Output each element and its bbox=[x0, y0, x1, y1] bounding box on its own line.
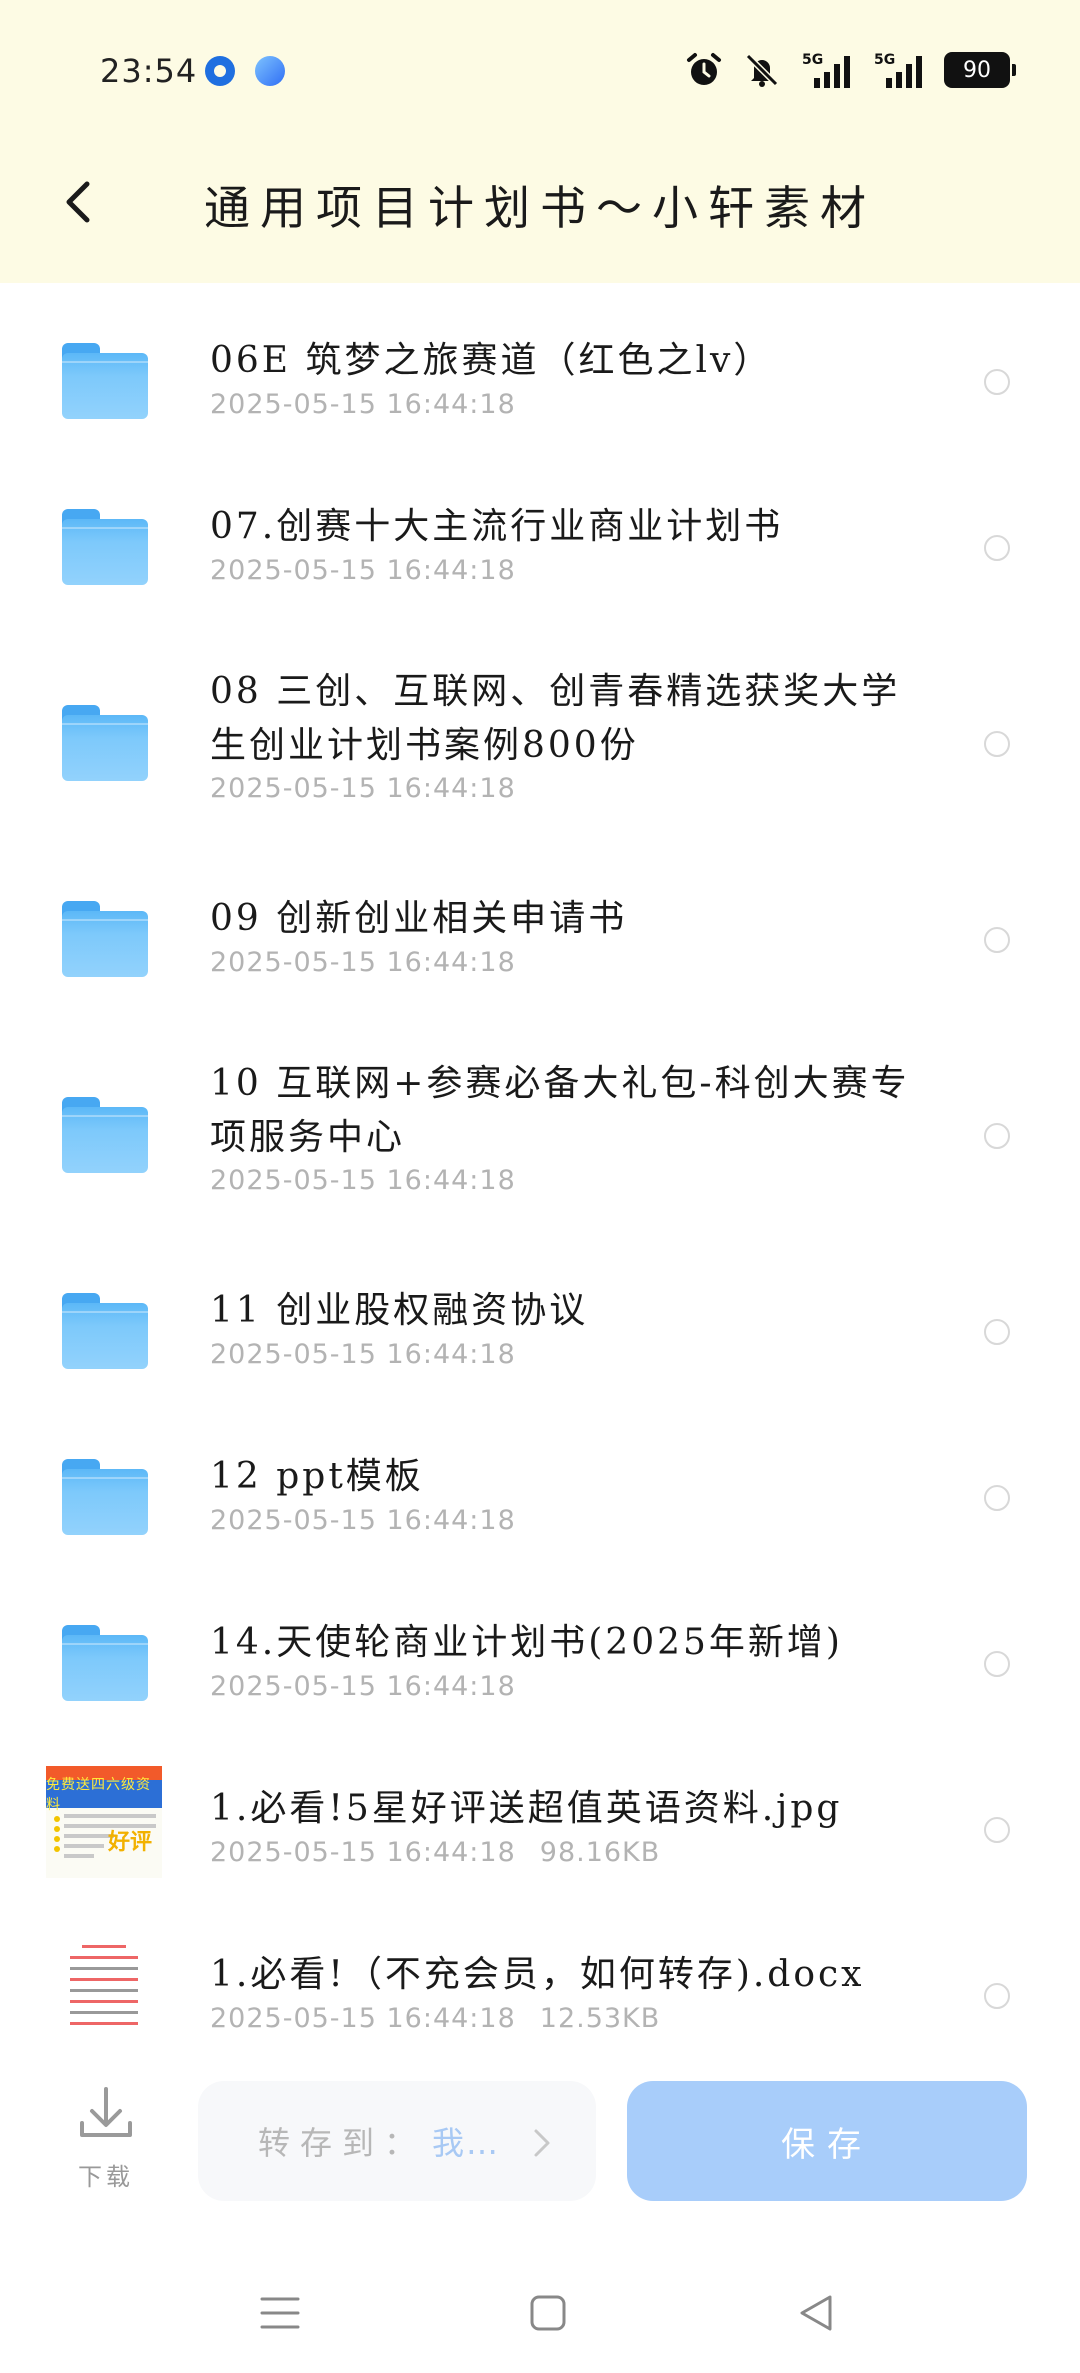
folder-icon bbox=[62, 343, 148, 419]
alarm-icon bbox=[687, 53, 721, 85]
document-thumbnail bbox=[62, 1937, 146, 2041]
folder-icon bbox=[62, 1097, 148, 1173]
menu-nav-button[interactable] bbox=[250, 2283, 310, 2343]
list-item[interactable]: 08 三创、互联网、创青春精选获奖大学生创业计划书案例800份 2025-05-… bbox=[0, 615, 1080, 841]
select-radio[interactable] bbox=[984, 1319, 1010, 1345]
file-meta: 2025-05-15 16:44:18 bbox=[210, 389, 516, 420]
download-button[interactable]: 下载 bbox=[66, 2083, 146, 2193]
file-date: 2025-05-15 16:44:18 bbox=[210, 2003, 516, 2034]
select-radio[interactable] bbox=[984, 1123, 1010, 1149]
select-radio[interactable] bbox=[984, 731, 1010, 757]
save-to-destination: 我… bbox=[432, 2124, 501, 2162]
file-name: 1.必看!（不充会员，如何转存).docx bbox=[210, 1954, 865, 1995]
status-time: 23:54 bbox=[100, 52, 198, 90]
file-name: 11 创业股权融资协议 bbox=[210, 1290, 589, 1331]
menu-icon bbox=[260, 2297, 300, 2329]
download-label: 下载 bbox=[78, 2163, 134, 2191]
app-notification-icon bbox=[205, 56, 235, 86]
file-date: 2025-05-15 16:44:18 bbox=[210, 1505, 516, 1536]
list-item[interactable]: 1.必看!（不充会员，如何转存).docx 2025-05-15 16:44:1… bbox=[0, 1897, 1080, 2053]
file-name: 10 互联网+参赛必备大礼包-科创大赛专项服务中心 bbox=[210, 1063, 910, 1158]
list-item[interactable]: 10 互联网+参赛必备大礼包-科创大赛专项服务中心 2025-05-15 16:… bbox=[0, 1007, 1080, 1233]
file-name: 12 ppt模板 bbox=[210, 1456, 424, 1497]
home-square-icon bbox=[530, 2295, 566, 2331]
save-to-selector[interactable]: 转存到： 我… bbox=[198, 2081, 596, 2201]
file-size: 12.53KB bbox=[539, 2003, 661, 2034]
action-bar: 下载 转存到： 我… 保存 bbox=[0, 2053, 1080, 2253]
battery-level: 90 bbox=[963, 57, 991, 83]
save-button[interactable]: 保存 bbox=[627, 2081, 1027, 2201]
file-date: 2025-05-15 16:44:18 bbox=[210, 1671, 516, 1702]
image-thumbnail: 免费送四六级资料 好评 bbox=[46, 1766, 162, 1878]
file-name: 07.创赛十大主流行业商业计划书 bbox=[210, 506, 784, 547]
file-meta: 2025-05-15 16:44:18 bbox=[210, 1165, 516, 1196]
list-item[interactable]: 06E 筑梦之旅赛道（红色之lv） 2025-05-15 16:44:18 bbox=[0, 283, 1080, 449]
page-title: 通用项目计划书～小轩素材 bbox=[204, 181, 876, 235]
list-item[interactable]: 14.天使轮商业计划书(2025年新增) 2025-05-15 16:44:18 bbox=[0, 1565, 1080, 1731]
file-size: 98.16KB bbox=[539, 1837, 661, 1868]
back-nav-button[interactable] bbox=[786, 2283, 846, 2343]
5g-signal-icon: 5G bbox=[802, 52, 850, 88]
list-item[interactable]: 09 创新创业相关申请书 2025-05-15 16:44:18 bbox=[0, 841, 1080, 1007]
select-radio[interactable] bbox=[984, 1983, 1010, 2009]
mute-icon bbox=[745, 53, 779, 87]
select-radio[interactable] bbox=[984, 1817, 1010, 1843]
save-to-label: 转存到： bbox=[258, 2124, 427, 2162]
list-item[interactable]: 07.创赛十大主流行业商业计划书 2025-05-15 16:44:18 bbox=[0, 449, 1080, 615]
file-name: 1.必看!5星好评送超值英语资料.jpg bbox=[210, 1788, 843, 1829]
list-item[interactable]: 免费送四六级资料 好评 1.必看!5星好评送超值英语资料.jpg 2025-05… bbox=[0, 1731, 1080, 1897]
folder-icon bbox=[62, 509, 148, 585]
file-name: 14.天使轮商业计划书(2025年新增) bbox=[210, 1622, 843, 1663]
select-radio[interactable] bbox=[984, 927, 1010, 953]
file-meta: 2025-05-15 16:44:18 98.16KB bbox=[210, 1837, 660, 1868]
file-name: 08 三创、互联网、创青春精选获奖大学生创业计划书案例800份 bbox=[210, 671, 901, 766]
file-name: 06E 筑梦之旅赛道（红色之lv） bbox=[210, 340, 773, 381]
thumbnail-badge-text: 好评 bbox=[107, 1830, 152, 1855]
folder-icon bbox=[62, 1459, 148, 1535]
file-date: 2025-05-15 16:44:18 bbox=[210, 389, 516, 420]
file-date: 2025-05-15 16:44:18 bbox=[210, 1339, 516, 1370]
system-nav-bar bbox=[0, 2253, 1080, 2373]
svg-text:5G: 5G bbox=[802, 52, 823, 68]
file-meta: 2025-05-15 16:44:18 bbox=[210, 947, 516, 978]
file-date: 2025-05-15 16:44:18 bbox=[210, 1837, 516, 1868]
status-bar: 23:54 5G 5G 90 bbox=[0, 0, 1080, 130]
folder-icon bbox=[62, 705, 148, 781]
select-radio[interactable] bbox=[984, 1651, 1010, 1677]
header-area: 23:54 5G 5G 90 通用项目计划书～小轩素材 bbox=[0, 0, 1080, 283]
back-triangle-icon bbox=[800, 2295, 832, 2331]
list-item[interactable]: 12 ppt模板 2025-05-15 16:44:18 bbox=[0, 1399, 1080, 1565]
file-date: 2025-05-15 16:44:18 bbox=[210, 947, 516, 978]
file-date: 2025-05-15 16:44:18 bbox=[210, 1165, 516, 1196]
select-radio[interactable] bbox=[984, 369, 1010, 395]
file-date: 2025-05-15 16:44:18 bbox=[210, 773, 516, 804]
file-meta: 2025-05-15 16:44:18 bbox=[210, 1671, 516, 1702]
file-meta: 2025-05-15 16:44:18 bbox=[210, 773, 516, 804]
file-list[interactable]: 06E 筑梦之旅赛道（红色之lv） 2025-05-15 16:44:18 07… bbox=[0, 283, 1080, 2053]
file-meta: 2025-05-15 16:44:18 bbox=[210, 1339, 516, 1370]
folder-icon bbox=[62, 901, 148, 977]
file-name: 09 创新创业相关申请书 bbox=[210, 898, 628, 939]
thumbnail-header-text: 免费送四六级资料 bbox=[46, 1777, 162, 1813]
home-nav-button[interactable] bbox=[518, 2283, 578, 2343]
select-radio[interactable] bbox=[984, 1485, 1010, 1511]
title-bar: 通用项目计划书～小轩素材 bbox=[0, 150, 1080, 254]
battery-icon: 90 bbox=[944, 52, 1016, 88]
download-icon bbox=[80, 2087, 132, 2137]
svg-text:5G: 5G bbox=[874, 52, 895, 68]
file-date: 2025-05-15 16:44:18 bbox=[210, 555, 516, 586]
app-notification-icon bbox=[255, 56, 285, 86]
chevron-right-icon bbox=[534, 2129, 550, 2157]
5g-signal-icon: 5G bbox=[874, 52, 922, 88]
file-meta: 2025-05-15 16:44:18 12.53KB bbox=[210, 2003, 660, 2034]
select-radio[interactable] bbox=[984, 535, 1010, 561]
file-meta: 2025-05-15 16:44:18 bbox=[210, 555, 516, 586]
file-meta: 2025-05-15 16:44:18 bbox=[210, 1505, 516, 1536]
folder-icon bbox=[62, 1625, 148, 1701]
list-item[interactable]: 11 创业股权融资协议 2025-05-15 16:44:18 bbox=[0, 1233, 1080, 1399]
folder-icon bbox=[62, 1293, 148, 1369]
